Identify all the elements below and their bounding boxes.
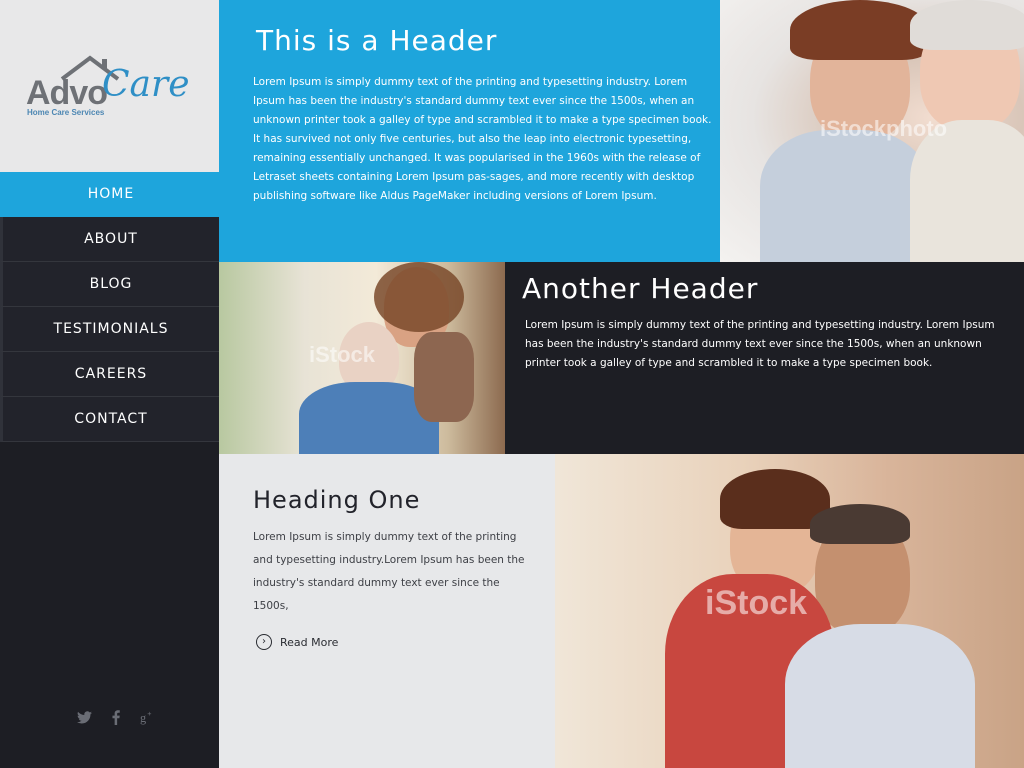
nav-item-contact[interactable]: CONTACT [0,397,219,442]
heading-one-section: Heading One Lorem Ipsum is simply dummy … [219,454,555,768]
section3-body: Lorem Ipsum is simply dummy text of the … [253,531,525,612]
nav-item-label: HOME [87,186,135,202]
watermark: iStockphoto [820,116,948,141]
nav-item-careers[interactable]: CAREERS [0,352,219,397]
person-hair [910,0,1024,50]
logo-area: Advo Care Home Care Services [0,0,219,172]
nav-item-label: TESTIMONIALS [53,321,169,337]
nav-item-label: CAREERS [74,366,148,382]
watermark: iStock [705,584,808,622]
nav-item-label: ABOUT [84,231,138,247]
nav-item-blog[interactable]: BLOG [0,262,219,307]
sidebar: Advo Care Home Care Services HOME ABOUT … [0,0,219,768]
logo-tagline: Home Care Services [27,108,105,117]
main-nav: HOME ABOUT BLOG TESTIMONIALS CAREERS CON… [0,172,219,442]
chevron-right-icon: › [256,634,272,650]
person-hair [810,504,910,544]
person-clothing [785,624,975,768]
logo-word-care: Care [102,64,190,105]
nav-item-label: BLOG [89,276,133,292]
social-links: g + [76,708,156,726]
person-clothing [414,332,474,422]
hero-title: This is a Header [256,24,498,57]
svg-text:g: g [140,710,146,724]
photo-elderly-women: iStockphoto [720,0,1024,262]
nav-item-home[interactable]: HOME [0,172,219,217]
nav-item-label: CONTACT [74,411,148,427]
nav-item-testimonials[interactable]: TESTIMONIALS [0,307,219,352]
hero-section: This is a Header Lorem Ipsum is simply d… [219,0,720,262]
section2-body: Lorem Ipsum is simply dummy text of the … [525,319,995,369]
section3-title: Heading One [253,486,421,514]
svg-text:+: + [147,710,151,718]
google-plus-icon[interactable]: g + [140,708,156,726]
photo-nurse-patient: iStock [555,454,1024,768]
person-clothing [760,130,930,262]
watermark: iStock [309,342,376,367]
logo[interactable]: Advo Care Home Care Services [26,55,196,120]
nav-item-about[interactable]: ABOUT [0,217,219,262]
person-hair [790,0,930,60]
person-hair [374,262,464,332]
read-more-link[interactable]: › Read More [256,634,338,650]
read-more-label: Read More [280,635,339,649]
another-header-section: Another Header Lorem Ipsum is simply dum… [505,262,1024,454]
facebook-icon[interactable] [108,708,124,726]
photo-caregiver-home: iStock [219,262,505,454]
section2-title: Another Header [522,272,759,305]
twitter-icon[interactable] [76,708,92,726]
hero-body: Lorem Ipsum is simply dummy text of the … [253,76,712,202]
